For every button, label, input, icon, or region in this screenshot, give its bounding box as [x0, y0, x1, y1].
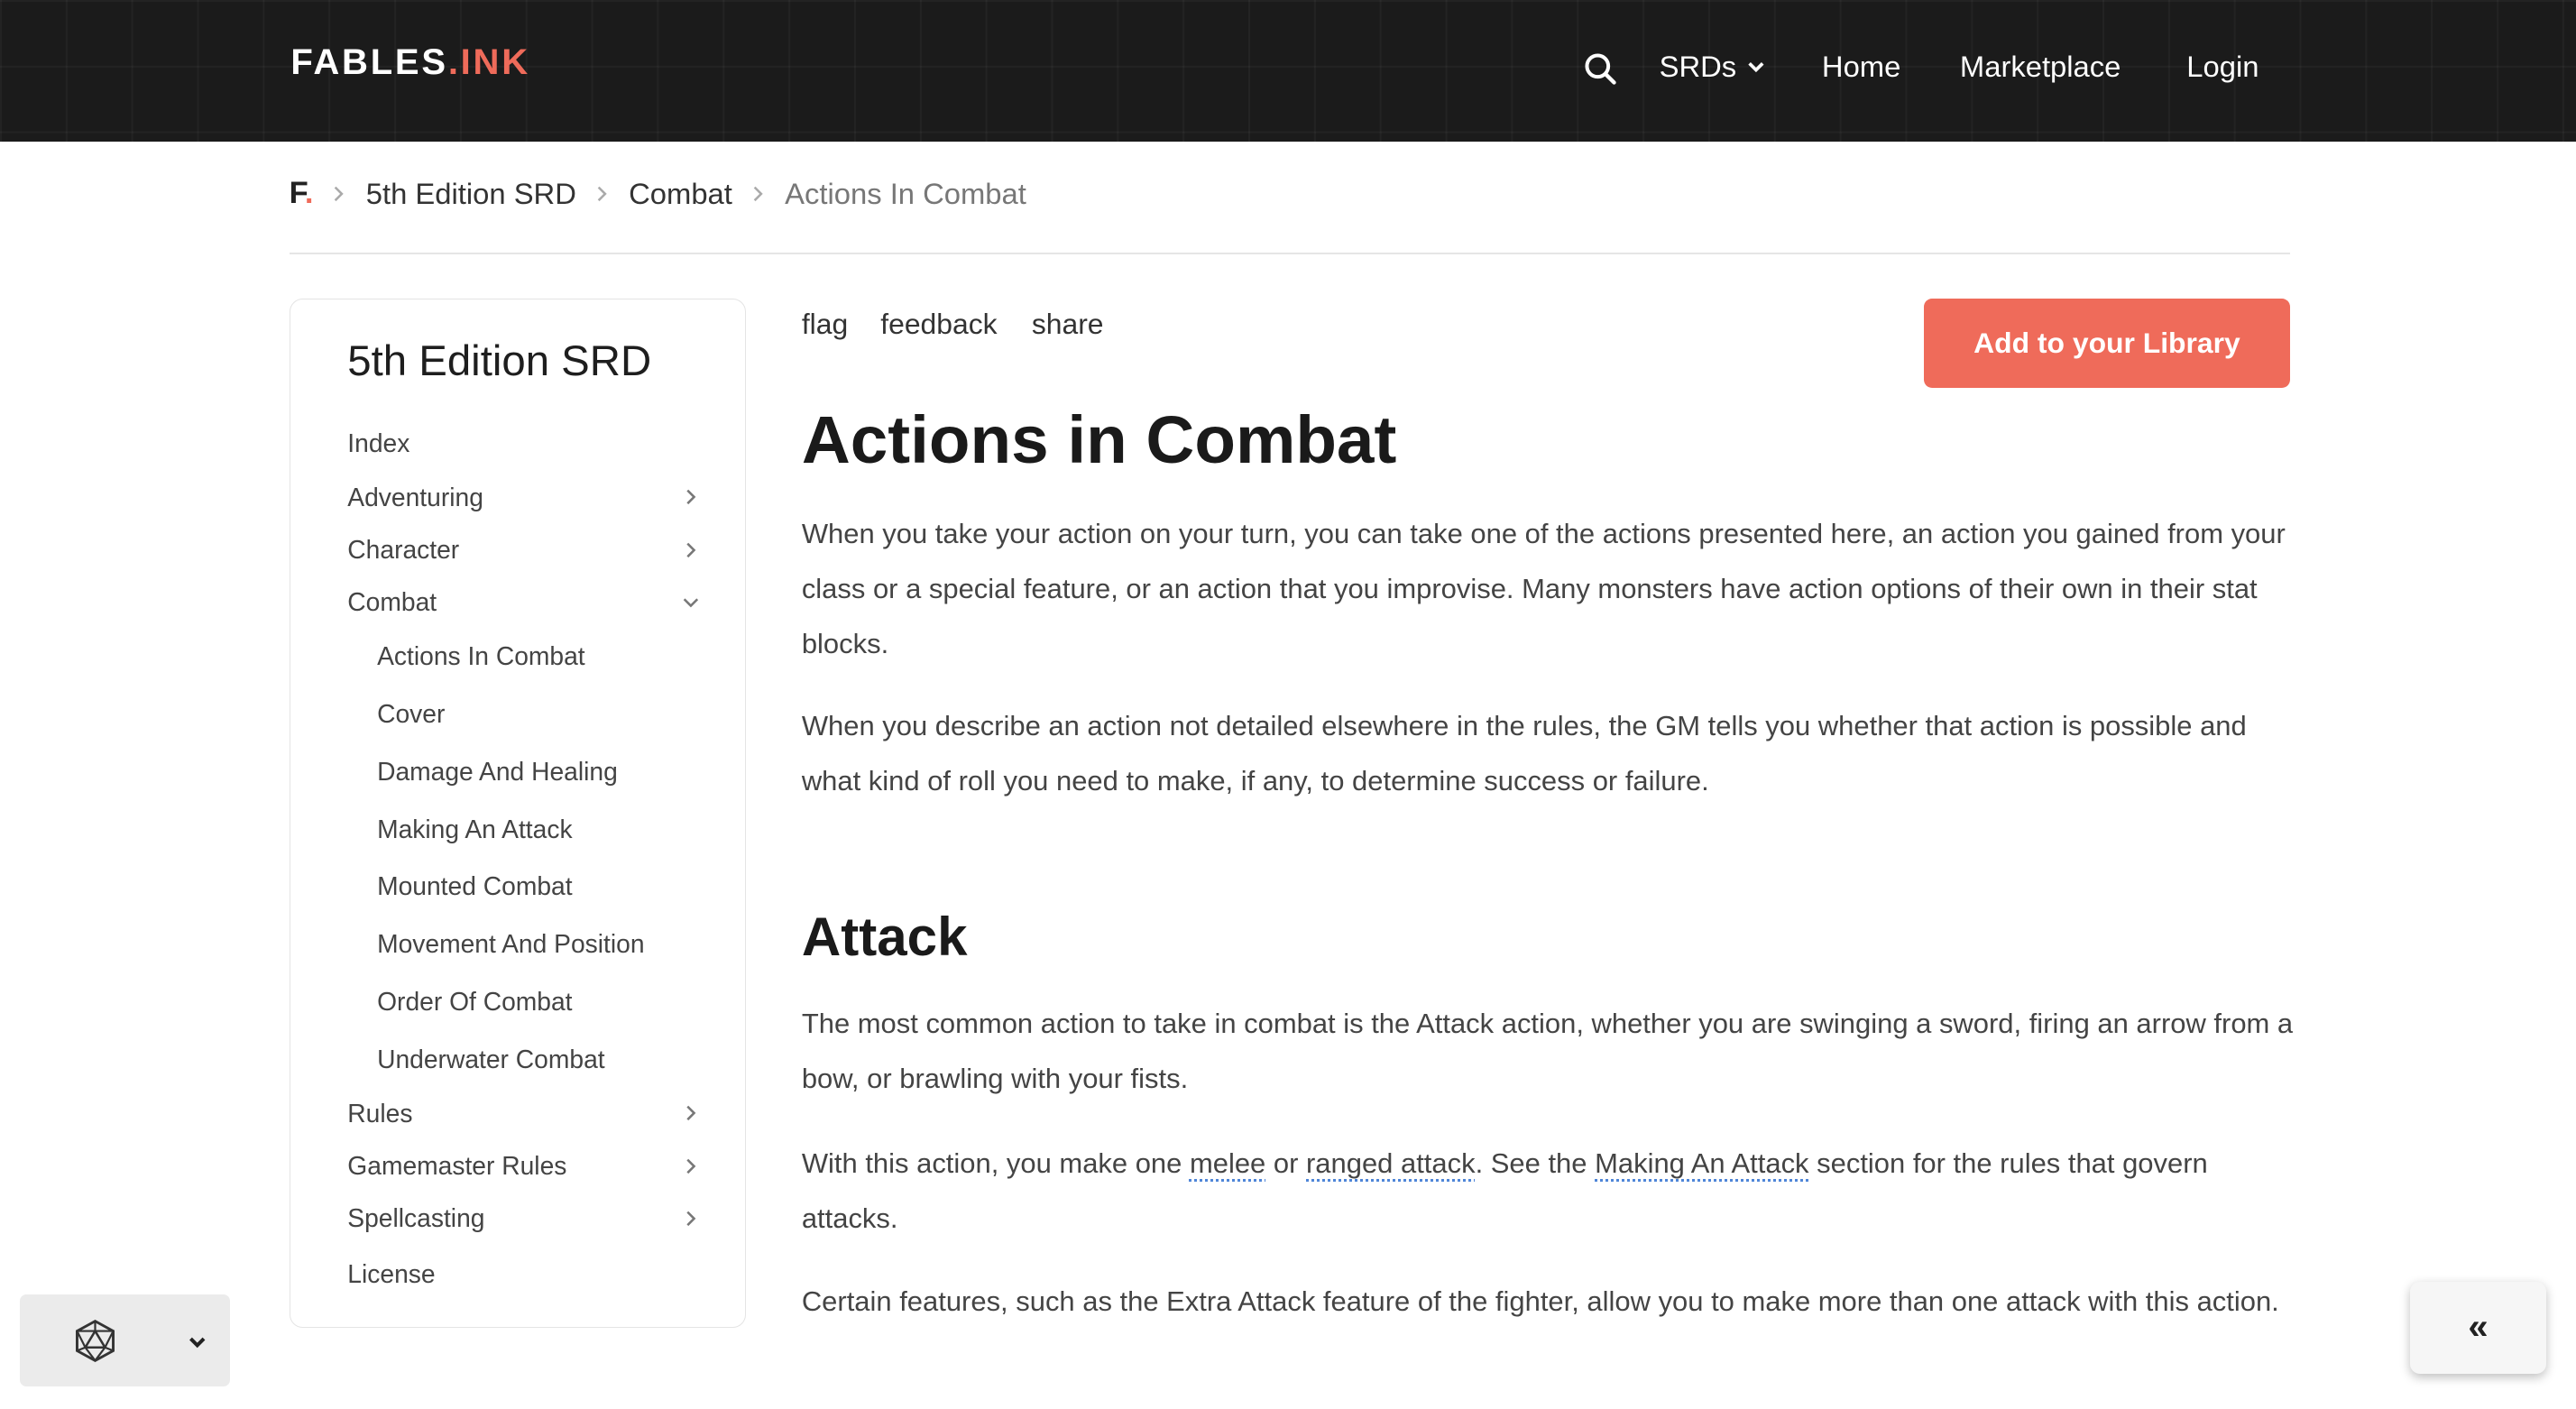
chevron-right-icon [742, 174, 775, 214]
feedback-link[interactable]: feedback [880, 308, 997, 341]
flag-link[interactable]: flag [802, 308, 848, 341]
ranged-attack-link[interactable]: ranged attack [1306, 1147, 1476, 1179]
chevron-right-icon [686, 489, 696, 505]
sidebar-item-label: Gamemaster Rules [347, 1150, 567, 1180]
chevron-right-icon [686, 542, 696, 557]
sidebar-item-gamemaster-rules[interactable]: Gamemaster Rules [347, 1151, 701, 1181]
double-chevron-left-icon: « [2468, 1307, 2489, 1348]
chevron-right-icon [686, 1105, 696, 1121]
intro-paragraph-2: When you describe an action not detailed… [801, 710, 2247, 797]
chevron-right-icon [586, 174, 619, 214]
page-title: Actions in Combat [801, 401, 1397, 478]
sidebar-item-label: License [347, 1259, 436, 1289]
search-icon[interactable] [1582, 51, 1618, 87]
breadcrumb-5e-srd[interactable]: 5th Edition SRD [366, 177, 576, 211]
attack-paragraph-3: Certain features, such as the Extra Atta… [801, 1285, 2279, 1317]
breadcrumb-combat[interactable]: Combat [629, 177, 732, 211]
sidebar-subitem-order-of-combat[interactable]: Order Of Combat [377, 987, 572, 1017]
sidebar-item-label: Character [347, 534, 460, 564]
dice-roller-widget[interactable] [19, 1294, 230, 1387]
site-logo[interactable]: FABLES.INK [290, 42, 530, 83]
sidebar-item-label: Rules [347, 1098, 413, 1128]
melee-link[interactable]: melee [1190, 1147, 1265, 1179]
sidebar-subitem-movement-and-position[interactable]: Movement And Position [377, 929, 644, 959]
top-nav-bar: FABLES.INK SRDs Home Marketplace Login [0, 0, 2576, 142]
text-run: . See the [1475, 1147, 1596, 1179]
sidebar-item-spellcasting[interactable]: Spellcasting [347, 1203, 701, 1233]
nav-marketplace-link[interactable]: Marketplace [1960, 50, 2121, 84]
sidebar-subitem-mounted-combat[interactable]: Mounted Combat [377, 871, 572, 901]
breadcrumb-home-dot: . [304, 176, 314, 211]
sidebar-item-label: Combat [347, 587, 437, 617]
text-run: With this action, you make one [801, 1147, 1190, 1179]
sidebar-item-rules[interactable]: Rules [347, 1099, 701, 1128]
attack-paragraph-2: With this action, you make one melee or … [802, 1136, 2296, 1246]
text-run: or [1265, 1147, 1306, 1179]
making-an-attack-link[interactable]: Making An Attack [1595, 1147, 1808, 1179]
logo-text: FABLES [290, 42, 448, 83]
sidebar-item-label: Adventuring [347, 482, 483, 511]
sidebar-title: 5th Edition SRD [347, 336, 652, 385]
sidebar-item-label: Index [347, 428, 410, 457]
breadcrumb-current-page: Actions In Combat [785, 176, 1026, 210]
sidebar-subitem-underwater-combat[interactable]: Underwater Combat [377, 1045, 605, 1074]
chevron-right-icon [686, 1158, 696, 1174]
sidebar-item-adventuring[interactable]: Adventuring [347, 483, 701, 512]
sidebar-item-license[interactable]: License [347, 1259, 701, 1289]
sidebar-subitem-cover[interactable]: Cover [377, 699, 445, 729]
sidebar-item-index[interactable]: Index [347, 428, 701, 458]
breadcrumb-home-letter: F [289, 176, 305, 211]
sidebar-subitem-making-an-attack[interactable]: Making An Attack [377, 815, 572, 844]
collapse-panel-button[interactable]: « [2409, 1281, 2547, 1374]
sidebar-item-character[interactable]: Character [347, 535, 701, 565]
sidebar-subitem-damage-and-healing[interactable]: Damage And Healing [377, 757, 618, 787]
chevron-right-icon [323, 174, 355, 214]
sidebar-subitem-actions-in-combat[interactable]: Actions In Combat [377, 641, 585, 671]
nav-login-link[interactable]: Login [2186, 50, 2259, 84]
chevron-down-icon [1748, 61, 1764, 72]
nav-srds-dropdown[interactable]: SRDs [1660, 50, 1766, 84]
attack-heading: Attack [801, 906, 968, 967]
breadcrumb: F. 5th Edition SRD Combat Actions In Com… [290, 174, 1026, 214]
chevron-right-icon [686, 1211, 696, 1226]
breadcrumb-home-logo[interactable]: F. [290, 176, 314, 211]
nav-srds-label: SRDs [1659, 49, 1737, 83]
intro-paragraph-1: When you take your action on your turn, … [801, 517, 2286, 660]
share-link[interactable]: share [1032, 308, 1104, 341]
chevron-down-icon [683, 598, 699, 608]
divider [289, 253, 2291, 255]
chevron-down-icon[interactable] [186, 1331, 208, 1353]
attack-paragraph-1: The most common action to take in combat… [801, 1007, 2294, 1094]
sidebar-item-combat[interactable]: Combat [347, 587, 701, 617]
nav-home-link[interactable]: Home [1822, 50, 1900, 84]
add-to-library-button[interactable]: Add to your Library [1923, 299, 2291, 388]
logo-accent-text: .INK [447, 42, 530, 83]
sidebar-nav: 5th Edition SRD Index Adventuring Charac… [289, 299, 746, 1328]
d20-dice-icon [76, 1319, 115, 1362]
sidebar-item-label: Spellcasting [347, 1203, 485, 1233]
